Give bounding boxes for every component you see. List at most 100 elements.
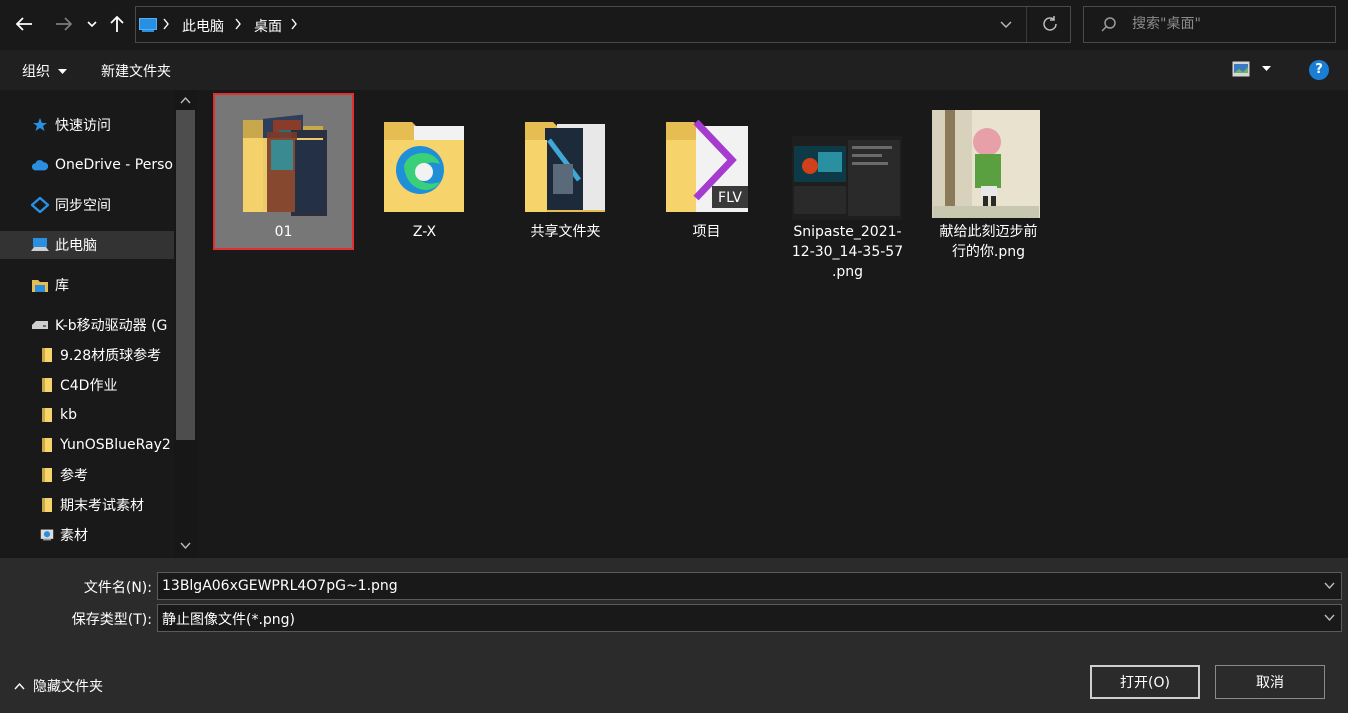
file-tile[interactable]: Z-X: [355, 94, 494, 249]
chevron-down-icon[interactable]: [1324, 614, 1335, 622]
filetype-value: 静止图像文件(*.png): [162, 612, 296, 628]
open-button[interactable]: 打开(O): [1090, 665, 1200, 699]
scroll-down-icon[interactable]: [180, 542, 191, 550]
sidebar-item[interactable]: 参考: [0, 461, 174, 489]
caret-down-icon[interactable]: [1262, 66, 1271, 72]
folder-icon: [40, 406, 54, 424]
view-options-icon[interactable]: [1232, 61, 1250, 77]
folder-thumbnail-icon: [525, 122, 605, 212]
cloud-icon: [31, 156, 49, 174]
chevron-up-icon: [14, 682, 25, 690]
computer-icon: [139, 18, 157, 32]
folder-icon: [40, 466, 54, 484]
sidebar-item-label: K-b移动驱动器 (G: [55, 318, 168, 334]
recent-locations-button[interactable]: [84, 10, 100, 38]
svg-text:FLV: FLV: [718, 190, 742, 206]
breadcrumb-this-pc[interactable]: 此电脑: [182, 16, 224, 36]
sidebar-item[interactable]: 9.28材质球参考: [0, 341, 174, 369]
cancel-button[interactable]: 取消: [1215, 665, 1325, 699]
folder-icon: [40, 346, 54, 364]
file-list-view: 01 Z-X 共享文件夹 FLV 项目 Snipaste_2021- 12-30…: [197, 90, 1348, 558]
file-tile[interactable]: 献给此刻迈步前 行的你.png: [919, 94, 1058, 260]
up-button[interactable]: [106, 10, 128, 38]
sidebar-item-label: 此电脑: [55, 238, 97, 254]
file-tile[interactable]: 01: [213, 93, 354, 250]
breadcrumb-desktop[interactable]: 桌面: [254, 16, 282, 36]
file-name: 共享文件夹: [530, 224, 601, 240]
sidebar-item[interactable]: 快速访问: [0, 111, 174, 139]
file-name-line-1: Snipaste_2021-: [793, 224, 902, 240]
file-tile[interactable]: Snipaste_2021- 12-30_14-35-57 .png: [778, 94, 917, 280]
refresh-icon[interactable]: [1041, 15, 1059, 33]
illustration-thumbnail: [932, 110, 1040, 218]
image-folder-icon: [40, 526, 54, 544]
sidebar-item[interactable]: OneDrive - Perso: [0, 151, 174, 179]
forward-button[interactable]: [50, 10, 78, 38]
sidebar-item[interactable]: 此电脑: [0, 231, 174, 259]
command-bar: 组织 新建文件夹 ?: [0, 50, 1348, 90]
sidebar-item[interactable]: K-b移动驱动器 (G: [0, 311, 174, 339]
sidebar-item[interactable]: 期末考试素材: [0, 491, 174, 519]
help-button[interactable]: ?: [1309, 60, 1329, 80]
address-box[interactable]: 此电脑 桌面: [135, 6, 1071, 43]
up-arrow-icon: [110, 15, 124, 32]
folder-icon: [40, 436, 54, 454]
sidebar-item-label: 库: [55, 278, 69, 294]
filename-combobox[interactable]: [157, 572, 1342, 600]
chevron-right-icon: [291, 18, 297, 30]
file-name: 01: [274, 224, 293, 240]
sidebar-item[interactable]: 素材: [0, 521, 174, 549]
caret-down-icon: [58, 69, 68, 74]
sidebar-item[interactable]: 库: [0, 271, 174, 299]
scroll-up-icon[interactable]: [180, 96, 191, 104]
file-name-line-3: .png: [831, 264, 864, 280]
address-history-dropdown[interactable]: [1000, 18, 1012, 30]
folder-icon: [40, 376, 54, 394]
scrollbar-thumb[interactable]: [176, 110, 195, 440]
sidebar-item-label: 素材: [60, 528, 88, 544]
back-arrow-icon: [15, 17, 32, 31]
sidebar-item-label: 9.28材质球参考: [60, 348, 162, 364]
file-tile[interactable]: 共享文件夹: [496, 94, 635, 249]
organize-label: 组织: [22, 64, 50, 80]
sidebar-item-label: 快速访问: [55, 118, 111, 134]
file-tile[interactable]: FLV 项目: [637, 94, 776, 249]
search-box[interactable]: [1083, 6, 1336, 43]
navigation-pane: 快速访问 OneDrive - Perso 同步空间此电脑库 K-b移动驱动器 (G 9…: [0, 90, 197, 558]
sidebar-item[interactable]: kb: [0, 401, 174, 429]
sync-space-icon: [31, 196, 49, 214]
filename-input[interactable]: [162, 576, 1312, 596]
sidebar-item-label: 参考: [60, 468, 88, 484]
chevron-down-icon[interactable]: [1324, 582, 1335, 590]
filetype-select[interactable]: 静止图像文件(*.png): [157, 604, 1342, 632]
organize-menu[interactable]: 组织: [22, 61, 68, 81]
sidebar-item-label: 期末考试素材: [60, 498, 144, 514]
nav-scrollbar[interactable]: [174, 90, 197, 558]
sidebar-item[interactable]: YunOSBlueRay2: [0, 431, 174, 459]
new-folder-button[interactable]: 新建文件夹: [101, 61, 171, 81]
file-name: Z-X: [412, 224, 437, 240]
back-button[interactable]: [10, 10, 38, 38]
drive-icon: [31, 316, 49, 334]
address-bar-row: 此电脑 桌面: [0, 0, 1348, 50]
sidebar-item[interactable]: 同步空间: [0, 191, 174, 219]
sidebar-item-label: OneDrive - Perso: [55, 157, 173, 173]
computer-icon: [31, 236, 49, 254]
sidebar-item[interactable]: C4D作业: [0, 371, 174, 399]
sidebar-item-label: 同步空间: [55, 198, 111, 214]
star-icon: [31, 116, 49, 134]
chevron-right-icon: [163, 18, 169, 30]
file-name-line-2: 12-30_14-35-57: [791, 244, 904, 260]
sidebar-item-label: C4D作业: [60, 378, 118, 394]
hide-folders-label: 隐藏文件夹: [33, 679, 103, 695]
search-input[interactable]: [1132, 14, 1322, 34]
screenshot-thumbnail: [792, 136, 902, 220]
hide-folders-toggle[interactable]: 隐藏文件夹: [14, 676, 103, 696]
forward-arrow-icon: [56, 17, 73, 31]
sidebar-item-label: kb: [60, 407, 77, 423]
flv-folder-icon: FLV: [666, 119, 748, 212]
divider: [1026, 7, 1027, 42]
dialog-footer: 文件名(N): 保存类型(T): 静止图像文件(*.png) 隐藏文件夹 打开(…: [0, 558, 1348, 713]
file-name: 项目: [692, 224, 721, 240]
library-icon: [31, 276, 49, 294]
